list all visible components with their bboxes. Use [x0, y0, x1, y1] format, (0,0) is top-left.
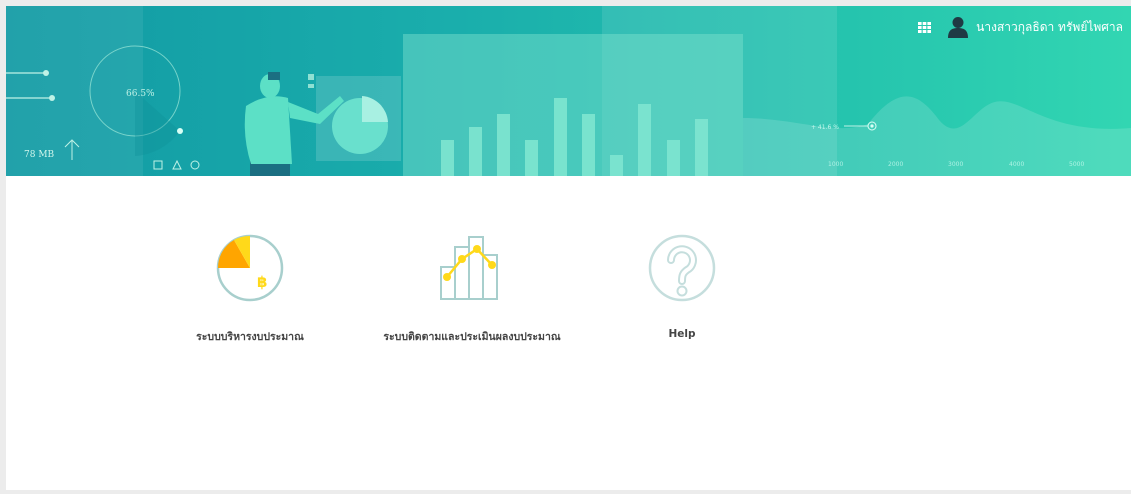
help-question-icon [642, 228, 722, 308]
menu-label: ระบบบริหารงบประมาณ [196, 331, 304, 343]
user-menu[interactable]: นางสาวกุลธิดา ทรัพย์ไพศาล [948, 16, 1123, 38]
gauge-value: 66.5% [126, 89, 155, 99]
user-name: นางสาวกุลธิดา ทรัพย์ไพศาล [976, 19, 1123, 34]
user-avatar-icon [948, 17, 969, 38]
wave-axis-tick: 1000 [828, 161, 843, 168]
page: 66.5% 78 MB + 41.6 % 1000 2000 3000 4000… [6, 6, 1131, 490]
wave-axis-tick: 5000 [1069, 161, 1084, 168]
module-menu: ฿ ระบบบริหารงบประมาณ ระบบติดตามและประเมิ… [6, 228, 1131, 358]
menu-item-help[interactable]: Help [572, 228, 792, 358]
menu-item-budget-management[interactable]: ฿ ระบบบริหารงบประมาณ [140, 228, 360, 358]
user-bar: นางสาวกุลธิดา ทรัพย์ไพศาล [914, 14, 1123, 40]
bar-line-chart-icon [432, 228, 512, 308]
shapes-icon [153, 159, 200, 170]
wave-axis-tick: 4000 [1009, 161, 1024, 168]
wave-marker: + 41.6 % [811, 124, 839, 131]
menu-label: ระบบติดตามและประเมินผลงบประมาณ [383, 331, 561, 343]
header-banner: 66.5% 78 MB + 41.6 % 1000 2000 3000 4000… [6, 6, 1131, 176]
menu-label: Help [668, 328, 696, 340]
wave-axis-tick: 3000 [948, 161, 963, 168]
svg-text:฿: ฿ [257, 273, 267, 291]
storage-value: 78 MB [24, 150, 55, 160]
wave-axis-tick: 2000 [888, 161, 903, 168]
menu-item-budget-monitoring[interactable]: ระบบติดตามและประเมินผลงบประมาณ [362, 228, 582, 358]
apps-grid-icon[interactable] [914, 17, 934, 37]
budget-pie-icon: ฿ [210, 228, 290, 308]
